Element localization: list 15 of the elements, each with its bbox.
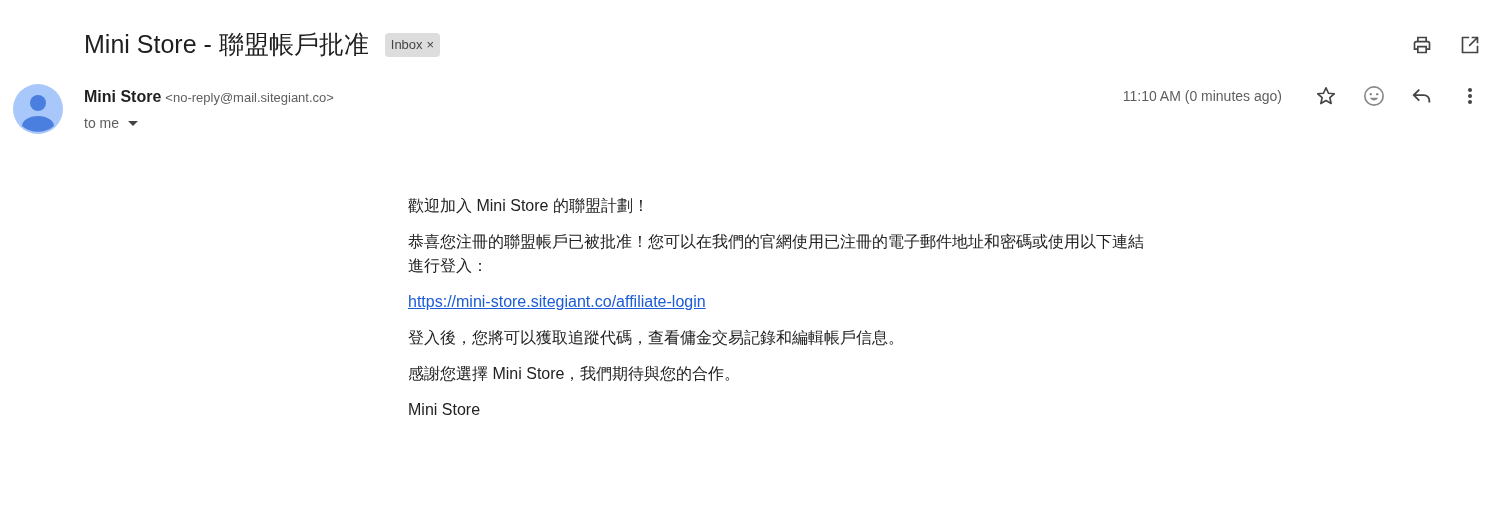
body-paragraph: 恭喜您注冊的聯盟帳戶已被批准！您可以在我們的官網使用已注冊的電子郵件地址和密碼或使用以下連結進行登入： [408, 231, 1145, 276]
sender-email: <no-reply@mail.sitegiant.co> [165, 88, 334, 107]
email-subject: Mini Store - 聯盟帳戶批准 [84, 29, 369, 60]
avatar-icon [13, 83, 63, 134]
recipient-text: to me [84, 114, 119, 133]
label-text: Inbox [390, 36, 423, 54]
remove-label-button[interactable]: × [426, 35, 435, 55]
body-paragraph: Mini Store [408, 399, 482, 420]
timestamp: 11:10 AM (0 minutes ago) [1122, 86, 1282, 106]
body-paragraph: 登入後，您將可以獲取追蹤代碼，查看傭金交易記錄和編輯帳戶信息。 [408, 327, 905, 348]
body-paragraph: 歡迎加入 Mini Store 的聯盟計劃！ [408, 195, 650, 216]
body-paragraph: 感謝您選擇 Mini Store，我們期待與您的合作。 [408, 363, 742, 384]
emoji-icon[interactable] [1362, 83, 1386, 108]
sender-name: Mini Store [84, 86, 162, 107]
login-link[interactable]: https://mini-store.sitegiant.co/affiliate-login [408, 292, 706, 310]
